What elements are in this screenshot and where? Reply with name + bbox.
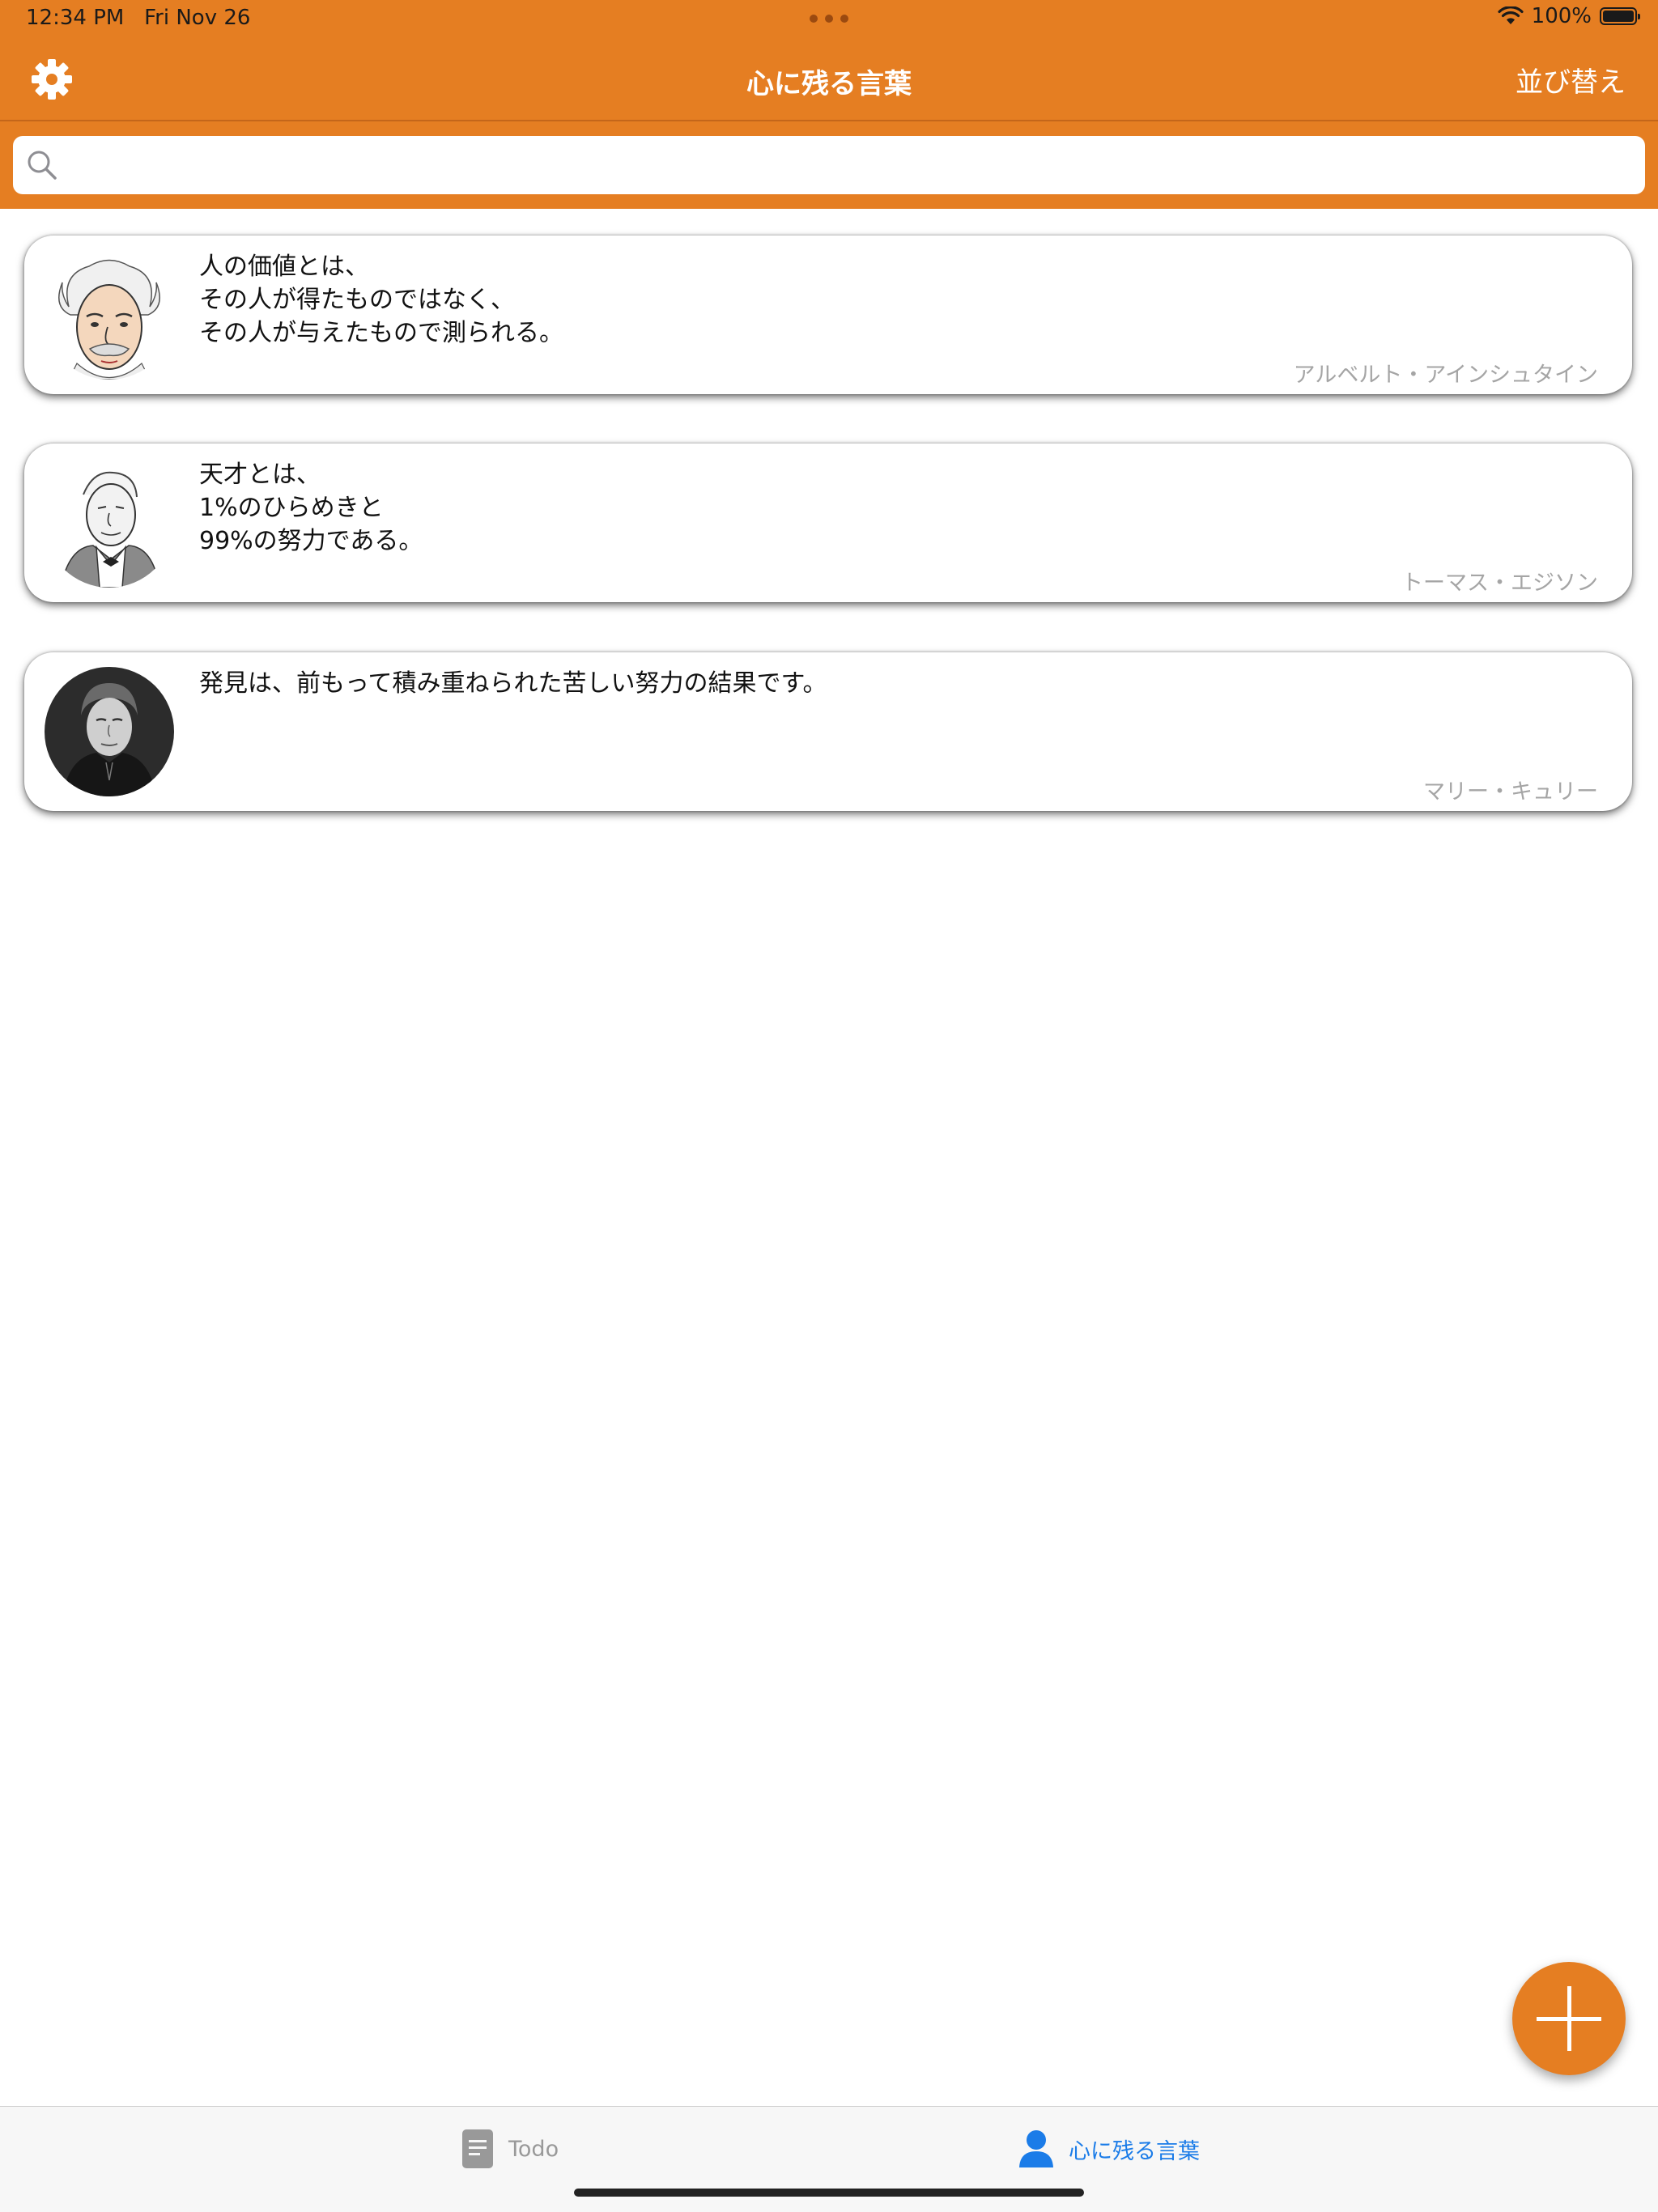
tab-label: Todo <box>508 2136 559 2162</box>
avatar <box>45 250 174 380</box>
nav-divider <box>0 120 1658 121</box>
person-icon <box>1019 2130 1053 2167</box>
wifi-icon <box>1498 6 1524 24</box>
home-indicator <box>574 2189 1084 2197</box>
quote-card[interactable]: 人の価値とは、 その人が得たものではなく、 その人が与えたもので測られる。 アル… <box>24 236 1632 394</box>
tab-label: 心に残る言葉 <box>1069 2138 1200 2164</box>
quote-author: トーマス・エジソン <box>1401 571 1598 596</box>
status-right: 100% <box>1498 4 1640 28</box>
quote-card[interactable]: 天才とは、 1%のひらめきと 99%の努力である。 トーマス・エジソン <box>24 444 1632 602</box>
status-date: Fri Nov 26 <box>144 6 251 30</box>
search-bar[interactable] <box>13 136 1645 194</box>
battery-percent: 100% <box>1531 4 1592 28</box>
edison-portrait-image <box>45 458 174 588</box>
quote-text: 発見は、前もって積み重ねられた苦しい努力の結果です。 <box>199 669 827 698</box>
document-icon <box>462 2129 493 2168</box>
quote-author: マリー・キュリー <box>1423 779 1598 805</box>
status-bar: 12:34 PM Fri Nov 26 100% <box>0 0 1658 39</box>
add-quote-button[interactable] <box>1512 1962 1626 2075</box>
search-input[interactable] <box>70 144 1627 188</box>
quote-text: 天才とは、 1%のひらめきと 99%の努力である。 <box>199 461 423 555</box>
quote-card[interactable]: 発見は、前もって積み重ねられた苦しい努力の結果です。 マリー・キュリー <box>24 652 1632 811</box>
page-title: 心に残る言葉 <box>746 68 912 100</box>
quote-author: アルベルト・アインシュタイン <box>1293 363 1598 388</box>
quote-text: 人の価値とは、 その人が得たものではなく、 その人が与えたもので測られる。 <box>199 253 563 347</box>
avatar <box>45 667 174 796</box>
navigation-bar: 心に残る言葉 並び替え <box>0 39 1658 120</box>
tab-todo[interactable]: Todo <box>461 2126 559 2172</box>
multitasking-dots[interactable] <box>810 15 848 23</box>
avatar <box>45 458 174 588</box>
battery-icon <box>1600 7 1640 25</box>
tab-quotes[interactable]: 心に残る言葉 <box>1018 2126 1200 2172</box>
status-time: 12:34 PM Fri Nov 26 <box>26 6 250 30</box>
sort-button[interactable]: 並び替え <box>1516 60 1626 100</box>
search-icon <box>28 151 57 180</box>
einstein-portrait-image <box>45 250 174 380</box>
status-time-value: 12:34 PM <box>26 6 125 30</box>
curie-portrait-image <box>45 667 174 796</box>
